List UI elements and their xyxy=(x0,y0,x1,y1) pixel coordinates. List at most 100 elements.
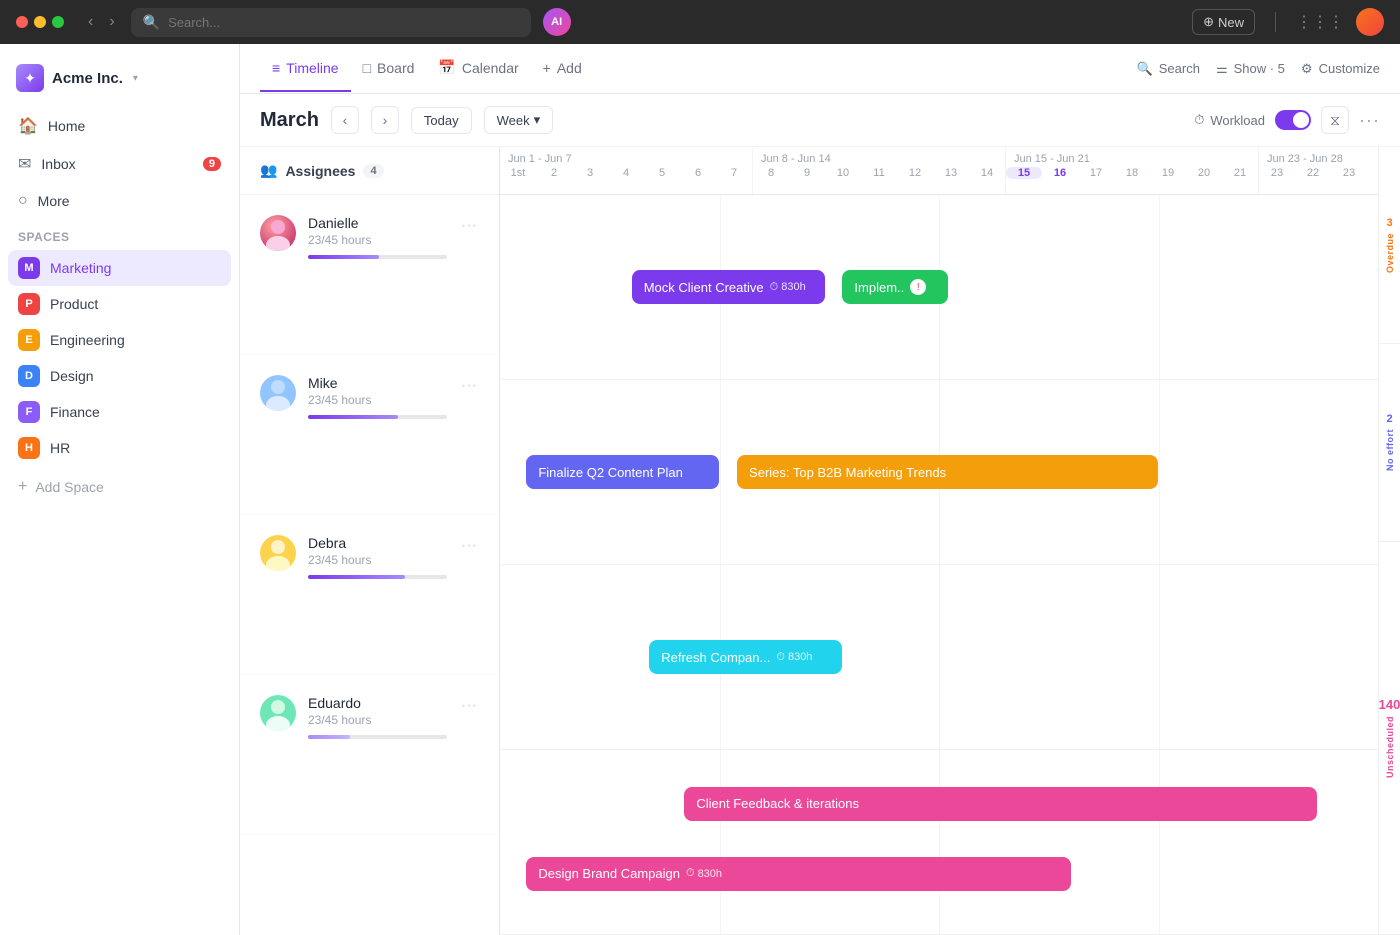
assignees-header: 👥 Assignees 4 xyxy=(240,147,499,195)
tab-calendar[interactable]: 📅 Calendar xyxy=(426,45,530,92)
board-label: Board xyxy=(377,60,414,76)
forward-arrow[interactable]: › xyxy=(105,11,118,33)
sidebar-item-finance[interactable]: F Finance xyxy=(8,394,231,430)
product-label: Product xyxy=(50,296,98,312)
timeline-row-mike: Finalize Q2 Content Plan Series: Top B2B… xyxy=(500,380,1378,565)
ai-badge[interactable]: AI xyxy=(543,8,571,36)
sidebar-item-marketing[interactable]: M Marketing xyxy=(8,250,231,286)
logo-area[interactable]: ✦ Acme Inc. ▾ xyxy=(8,56,231,108)
new-button[interactable]: ⊕ New xyxy=(1192,9,1255,35)
sidebar-item-design[interactable]: D Design xyxy=(8,358,231,394)
day-cell: 18 xyxy=(1114,167,1150,179)
day-cell: 16 xyxy=(1042,167,1078,179)
sidebar-item-engineering[interactable]: E Engineering xyxy=(8,322,231,358)
assignee-progress xyxy=(308,415,447,419)
day-cell: 20 xyxy=(1186,167,1222,179)
assignees-count: 4 xyxy=(363,164,383,178)
chevron-down-icon: ▾ xyxy=(534,112,541,128)
task-label: Design Brand Campaign xyxy=(538,866,680,881)
spaces-section-title: Spaces xyxy=(8,218,231,250)
add-tab-icon: + xyxy=(543,60,551,76)
workload-toggle[interactable] xyxy=(1275,110,1311,130)
overdue-section[interactable]: 3 Overdue xyxy=(1379,147,1400,344)
settings-icon: ⚙ xyxy=(1301,61,1313,77)
today-button[interactable]: Today xyxy=(411,107,472,134)
global-search-input[interactable] xyxy=(168,15,519,30)
task-label: Implem.. xyxy=(854,280,904,295)
timeline-row-danielle: Mock Client Creative ⏱ 830h Implem.. ! xyxy=(500,195,1378,380)
filter-button[interactable]: ⧖ xyxy=(1321,106,1349,134)
day-cell: 21 xyxy=(1222,167,1258,179)
sidebar-item-more[interactable]: ○ More xyxy=(8,184,231,218)
task-refresh-company[interactable]: Refresh Compan... ⏱ 830h xyxy=(649,640,842,674)
grid-icon[interactable]: ⋮⋮⋮ xyxy=(1296,12,1344,32)
customize-btn[interactable]: ⚙ Customize xyxy=(1301,61,1380,77)
row-menu-button[interactable]: ··· xyxy=(459,535,479,557)
search-btn[interactable]: 🔍 Search xyxy=(1137,61,1200,77)
sidebar: ✦ Acme Inc. ▾ 🏠 Home ✉ Inbox 9 ○ More Sp… xyxy=(0,44,240,935)
home-icon: 🏠 xyxy=(18,116,38,136)
close-dot[interactable] xyxy=(16,16,28,28)
tab-add[interactable]: + Add xyxy=(531,46,594,92)
plus-icon: ⊕ xyxy=(1203,14,1214,30)
day-cell: 13 xyxy=(933,167,969,179)
task-mock-client-creative[interactable]: Mock Client Creative ⏱ 830h xyxy=(632,270,825,304)
tab-timeline[interactable]: ≡ Timeline xyxy=(260,46,351,92)
sidebar-home-label: Home xyxy=(48,118,85,134)
nav-arrows: ‹ › xyxy=(84,11,119,33)
row-menu-button[interactable]: ··· xyxy=(459,375,479,397)
minimize-dot[interactable] xyxy=(34,16,46,28)
toggle-knob xyxy=(1293,112,1309,128)
task-implement[interactable]: Implem.. ! xyxy=(842,270,947,304)
task-design-brand[interactable]: Design Brand Campaign ⏱ 830h xyxy=(526,857,1070,891)
assignee-progress xyxy=(308,735,447,739)
user-avatar[interactable] xyxy=(1356,8,1384,36)
filter-icon: ⧖ xyxy=(1330,112,1340,129)
task-label: Finalize Q2 Content Plan xyxy=(538,465,683,480)
spaces-list: M Marketing P Product E Engineering D De… xyxy=(8,250,231,466)
progress-fill xyxy=(308,735,350,739)
star-icon: ✦ xyxy=(24,70,36,87)
unscheduled-label: Unscheduled xyxy=(1385,716,1395,778)
prev-month-button[interactable]: ‹ xyxy=(331,106,359,134)
week-label-4: Jun 23 - Jun 28 xyxy=(1259,147,1378,167)
workload-icon: ⏱ xyxy=(1194,112,1204,128)
sidebar-item-home[interactable]: 🏠 Home xyxy=(8,108,231,144)
right-side-labels: 3 Overdue 2 No effort 140 Unscheduled xyxy=(1378,147,1400,935)
unscheduled-section[interactable]: 140 Unscheduled xyxy=(1379,542,1400,935)
sidebar-item-inbox[interactable]: ✉ Inbox 9 xyxy=(8,146,231,182)
back-arrow[interactable]: ‹ xyxy=(84,11,97,33)
tab-board[interactable]: □ Board xyxy=(351,46,427,92)
task-client-feedback[interactable]: Client Feedback & iterations xyxy=(684,787,1316,821)
engineering-label: Engineering xyxy=(50,332,125,348)
row-menu-button[interactable]: ··· xyxy=(459,215,479,237)
assignee-hours: 23/45 hours xyxy=(308,393,447,407)
task-finalize-q2[interactable]: Finalize Q2 Content Plan xyxy=(526,455,719,489)
top-nav-actions: 🔍 Search ⚌ Show · 5 ⚙ Customize xyxy=(1137,61,1380,77)
week-selector[interactable]: Week ▾ xyxy=(484,106,554,134)
sidebar-item-product[interactable]: P Product xyxy=(8,286,231,322)
assignee-name: Danielle xyxy=(308,215,447,231)
assignee-hours: 23/45 hours xyxy=(308,713,447,727)
day-cell: 19 xyxy=(1150,167,1186,179)
app-body: ✦ Acme Inc. ▾ 🏠 Home ✉ Inbox 9 ○ More Sp… xyxy=(0,44,1400,935)
day-cell: 22 xyxy=(1295,167,1331,179)
assignee-info-debra: Debra 23/45 hours xyxy=(308,535,447,579)
global-search-bar[interactable]: 🔍 xyxy=(131,8,531,37)
show-btn[interactable]: ⚌ Show · 5 xyxy=(1216,61,1285,77)
row-menu-button[interactable]: ··· xyxy=(459,695,479,717)
sidebar-item-hr[interactable]: H HR xyxy=(8,430,231,466)
list-item: Danielle 23/45 hours ··· xyxy=(240,195,499,355)
no-effort-section[interactable]: 2 No effort xyxy=(1379,344,1400,541)
workload-button[interactable]: ⏱ Workload xyxy=(1194,112,1265,128)
no-effort-label: No effort xyxy=(1385,429,1395,471)
more-options-button[interactable]: ··· xyxy=(1359,110,1380,131)
maximize-dot[interactable] xyxy=(52,16,64,28)
assignees-title: Assignees xyxy=(285,163,355,179)
next-month-button[interactable]: › xyxy=(371,106,399,134)
avatar xyxy=(260,695,296,731)
day-cell: 14 xyxy=(969,167,1005,179)
add-space-button[interactable]: + Add Space xyxy=(8,470,231,504)
task-series-b2b[interactable]: Series: Top B2B Marketing Trends xyxy=(737,455,1158,489)
overdue-label: Overdue xyxy=(1385,233,1395,273)
